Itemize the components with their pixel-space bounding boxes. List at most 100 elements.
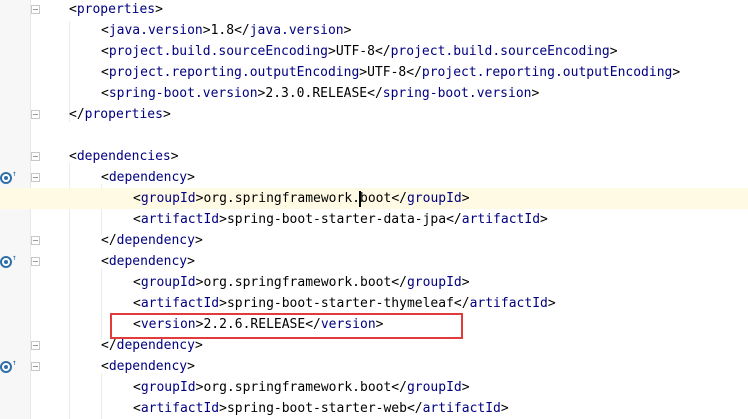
- xml-bracket: >: [343, 23, 352, 38]
- xml-text-value: UTF-8: [335, 44, 375, 59]
- xml-tag-name: dependency: [116, 338, 195, 353]
- code-text: <dependency>: [101, 251, 195, 272]
- xml-bracket: <: [101, 23, 109, 38]
- xml-tag-name: groupId: [140, 380, 196, 395]
- highlight-annotation-box: [110, 313, 463, 339]
- xml-text-value: 2.3.0.RELEASE: [265, 86, 368, 101]
- xml-tag-name: spring-boot.version: [382, 86, 532, 101]
- xml-bracket: </: [367, 86, 383, 101]
- xml-bracket: </: [406, 65, 422, 80]
- xml-text-value: org.springframework.boot: [203, 275, 392, 290]
- code-text: <spring-boot.version>2.3.0.RELEASE</spri…: [101, 83, 539, 104]
- code-line[interactable]: <dependency>: [0, 356, 748, 377]
- xml-bracket: >: [187, 254, 195, 269]
- xml-text-value: boot: [360, 191, 392, 206]
- xml-bracket: >: [531, 86, 540, 101]
- xml-tag-name: project.build.sourceEncoding: [108, 44, 328, 59]
- xml-bracket: >: [219, 401, 227, 416]
- maven-dependency-icon[interactable]: [0, 172, 12, 184]
- code-line[interactable]: <project.reporting.outputEncoding>UTF-8<…: [0, 62, 748, 83]
- code-line[interactable]: </properties>: [0, 104, 748, 125]
- xml-tag-name: project.reporting.outputEncoding: [108, 65, 360, 80]
- fold-toggle-icon[interactable]: [31, 341, 40, 350]
- code-text: </properties>: [69, 104, 171, 125]
- code-line[interactable]: <project.build.sourceEncoding>UTF-8</pro…: [0, 41, 748, 62]
- code-line[interactable]: <groupId>org.springframework.boot</group…: [0, 272, 748, 293]
- xml-bracket: >: [672, 65, 681, 80]
- code-line[interactable]: <dependencies>: [0, 146, 748, 167]
- xml-bracket: >: [219, 212, 227, 227]
- code-text: <dependency>: [101, 167, 195, 188]
- xml-bracket: >: [194, 338, 203, 353]
- xml-text-value: spring-boot-starter-web: [226, 401, 407, 416]
- code-text: <artifactId>spring-boot-starter-data-jpa…: [133, 209, 548, 230]
- xml-tag-name: dependency: [108, 254, 188, 269]
- xml-text-value: 1.8: [210, 23, 235, 38]
- code-line[interactable]: <artifactId>spring-boot-starter-data-jpa…: [0, 209, 748, 230]
- code-line[interactable]: <spring-boot.version>2.3.0.RELEASE</spri…: [0, 83, 748, 104]
- code-text: <groupId>org.springframework.boot</group…: [133, 377, 470, 398]
- code-text: </dependency>: [101, 230, 203, 251]
- xml-bracket: <: [101, 359, 109, 374]
- code-text: <dependencies>: [69, 146, 179, 167]
- navigate-up-arrow-icon: ↑: [12, 169, 17, 178]
- xml-bracket: <: [101, 254, 109, 269]
- xml-tag-name: artifactId: [422, 401, 501, 416]
- xml-text-value: org.springframework.boot: [203, 380, 392, 395]
- xml-bracket: >: [359, 65, 368, 80]
- xml-bracket: >: [461, 380, 470, 395]
- xml-bracket: </: [446, 212, 462, 227]
- xml-bracket: </: [406, 401, 423, 416]
- xml-bracket: >: [155, 2, 163, 17]
- code-text: <java.version>1.8</java.version>: [101, 20, 351, 41]
- code-line[interactable]: <dependency>: [0, 167, 748, 188]
- xml-bracket: </: [391, 380, 407, 395]
- xml-tag-name: java.version: [249, 23, 344, 38]
- xml-text-value: spring-boot-starter-data-jpa: [226, 212, 447, 227]
- xml-tag-name: groupId: [140, 275, 196, 290]
- xml-tag-name: artifactId: [140, 401, 220, 416]
- code-text: <dependency>: [101, 356, 195, 377]
- xml-bracket: >: [327, 44, 336, 59]
- xml-bracket: >: [609, 44, 618, 59]
- xml-bracket: >: [162, 107, 171, 122]
- code-line[interactable]: <properties>: [0, 0, 748, 20]
- code-line[interactable]: </dependency>: [0, 230, 748, 251]
- code-line[interactable]: <artifactId>spring-boot-starter-thymelea…: [0, 293, 748, 314]
- code-text: <artifactId>spring-boot-starter-thymelea…: [133, 293, 556, 314]
- xml-text-value: org.springframework.: [203, 191, 360, 206]
- xml-bracket: >: [540, 212, 548, 227]
- fold-toggle-icon[interactable]: [31, 362, 40, 371]
- xml-bracket: <: [69, 2, 77, 17]
- fold-toggle-icon[interactable]: [31, 173, 40, 182]
- maven-dependency-icon[interactable]: [0, 361, 12, 373]
- code-line[interactable]: <groupId>org.springframework.boot</group…: [0, 377, 748, 398]
- navigate-up-arrow-icon: ↑: [12, 253, 17, 262]
- xml-bracket: <: [133, 212, 141, 227]
- code-line[interactable]: <java.version>1.8</java.version>: [0, 20, 748, 41]
- xml-bracket: <: [133, 191, 141, 206]
- xml-tag-name: java.version: [108, 23, 203, 38]
- code-line[interactable]: [0, 125, 748, 146]
- xml-text-value: spring-boot-starter-thymeleaf: [226, 296, 454, 311]
- maven-dependency-icon[interactable]: [0, 256, 12, 268]
- fold-toggle-icon[interactable]: [31, 152, 40, 161]
- xml-bracket: >: [219, 296, 227, 311]
- code-line[interactable]: <artifactId>spring-boot-starter-web</art…: [0, 398, 748, 419]
- fold-toggle-icon[interactable]: [31, 5, 40, 14]
- code-line[interactable]: <groupId>org.springframework.boot</group…: [0, 188, 748, 209]
- fold-toggle-icon[interactable]: [31, 236, 40, 245]
- code-text: <properties>: [69, 0, 163, 20]
- fold-toggle-icon[interactable]: [31, 257, 40, 266]
- navigate-up-arrow-icon: ↑: [12, 358, 17, 367]
- xml-tag-name: properties: [84, 107, 163, 122]
- fold-toggle-icon[interactable]: [31, 110, 40, 119]
- xml-bracket: <: [133, 401, 141, 416]
- xml-bracket: </: [69, 107, 85, 122]
- xml-tag-name: properties: [76, 2, 156, 17]
- xml-tag-name: groupId: [406, 380, 462, 395]
- xml-bracket: </: [453, 296, 470, 311]
- xml-bracket: <: [101, 65, 109, 80]
- code-line[interactable]: <dependency>: [0, 251, 748, 272]
- code-text: <project.build.sourceEncoding>UTF-8</pro…: [101, 41, 618, 62]
